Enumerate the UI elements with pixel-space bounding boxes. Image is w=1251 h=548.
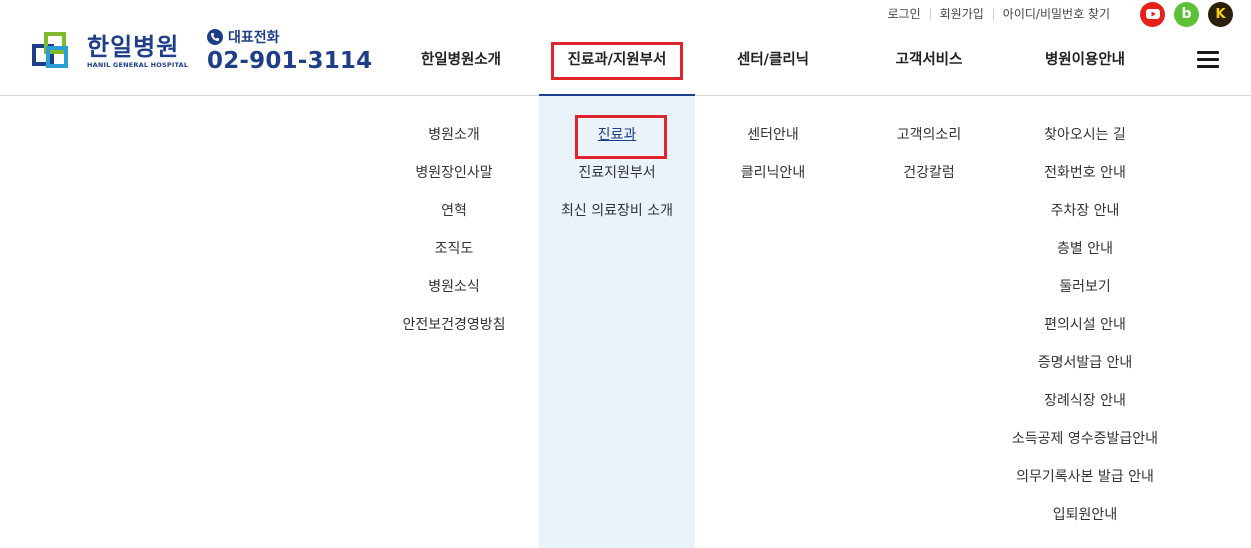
kakao-icon[interactable]: K [1208, 1, 1233, 27]
find-account-link[interactable]: 아이디/비밀번호 찾기 [992, 8, 1119, 20]
phone-number: 02-901-3114 [207, 48, 373, 74]
submenu-hospital-guide: 찾아오시는 길 전화번호 안내 주차장 안내 층별 안내 둘러보기 편의시설 안… [1000, 124, 1170, 542]
submenu-item[interactable]: 연혁 [390, 200, 518, 238]
logo-name-ko: 한일병원 [87, 33, 180, 61]
utility-bar: 로그인 회원가입 아이디/비밀번호 찾기 b K [878, 1, 1233, 27]
submenu-item[interactable]: 병원장인사말 [390, 162, 518, 200]
gnb-hospital-intro[interactable]: 한일병원소개 [397, 44, 525, 76]
submenu-item[interactable]: 입퇴원안내 [1000, 504, 1170, 542]
submenu-item[interactable]: 의무기록사본 발급 안내 [1000, 466, 1170, 504]
submenu-item[interactable]: 소득공제 영수증발급안내 [1000, 428, 1170, 466]
submenu-item[interactable]: 병원소식 [390, 276, 518, 314]
active-menu-indicator [539, 94, 695, 96]
submenu-item[interactable]: 둘러보기 [1000, 276, 1170, 314]
login-link[interactable]: 로그인 [878, 8, 929, 20]
phone-label: 대표전화 [228, 30, 280, 46]
submenu-item[interactable]: 전화번호 안내 [1000, 162, 1170, 200]
gnb-centers-clinics[interactable]: 센터/클리닉 [709, 44, 837, 76]
representative-phone: 대표전화 02-901-3114 [207, 28, 372, 74]
blog-icon[interactable]: b [1174, 1, 1199, 27]
menu-icon[interactable] [1197, 51, 1219, 69]
submenu-item[interactable]: 찾아오시는 길 [1000, 124, 1170, 162]
submenu-item[interactable]: 건강칼럼 [865, 162, 993, 200]
submenu-item[interactable]: 병원소개 [390, 124, 518, 162]
submenu-item[interactable]: 진료지원부서 [539, 162, 695, 200]
submenu-item[interactable]: 조직도 [390, 238, 518, 276]
submenu-hospital-intro: 병원소개 병원장인사말 연혁 조직도 병원소식 안전보건경영방침 [390, 124, 518, 352]
youtube-icon[interactable] [1140, 1, 1165, 27]
submenu-item[interactable]: 주차장 안내 [1000, 200, 1170, 238]
gnb-hospital-guide[interactable]: 병원이용안내 [1021, 44, 1149, 76]
submenu-item[interactable]: 편의시설 안내 [1000, 314, 1170, 352]
submenu-customer-service: 고객의소리 건강칼럼 [865, 124, 993, 200]
gnb-highlight-box [551, 42, 683, 80]
submenu-item[interactable]: 장례식장 안내 [1000, 390, 1170, 428]
submenu-item[interactable]: 센터안내 [709, 124, 837, 162]
submenu-item[interactable]: 클리닉안내 [709, 162, 837, 200]
signup-link[interactable]: 회원가입 [929, 8, 993, 20]
hospital-logo[interactable]: 한일병원 HANIL GENERAL HOSPITAL [32, 32, 202, 78]
submenu-item[interactable]: 층별 안내 [1000, 238, 1170, 276]
phone-icon [207, 29, 223, 45]
submenu-item[interactable]: 최신 의료장비 소개 [539, 200, 695, 238]
submenu-item[interactable]: 증명서발급 안내 [1000, 352, 1170, 390]
hospital-logo-mark-icon [32, 32, 78, 78]
submenu-highlight-box [575, 115, 667, 159]
logo-name-en: HANIL GENERAL HOSPITAL [87, 61, 189, 69]
social-links: b K [1131, 1, 1233, 27]
submenu-centers: 센터안내 클리닉안내 [709, 124, 837, 200]
submenu-item[interactable]: 고객의소리 [865, 124, 993, 162]
submenu-item[interactable]: 안전보건경영방침 [390, 314, 518, 352]
gnb-customer-service[interactable]: 고객서비스 [865, 44, 993, 76]
